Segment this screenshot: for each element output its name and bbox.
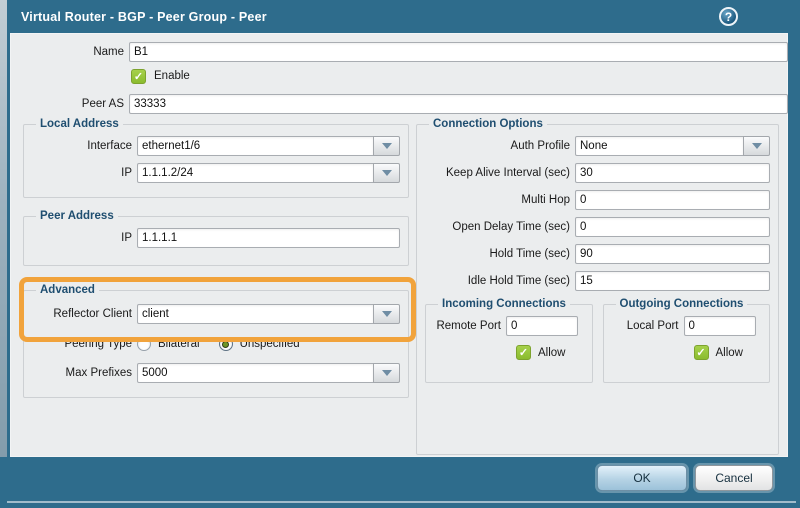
incoming-connections-section: Incoming Connections Remote Port ✓ Allow: [425, 298, 593, 383]
max-prefixes-input[interactable]: [137, 363, 374, 383]
window-bottom-edge: [7, 501, 796, 503]
peer-address-title: Peer Address: [36, 210, 118, 222]
enable-label: Enable: [154, 70, 190, 82]
reflector-client-dropdown-button[interactable]: [373, 304, 400, 324]
local-address-title: Local Address: [36, 118, 123, 130]
chevron-down-icon: [382, 311, 392, 317]
outgoing-allow-checkbox[interactable]: ✓: [694, 345, 709, 360]
peer-as-input[interactable]: [129, 94, 788, 114]
advanced-section: Advanced Reflector Client Peering Type B…: [23, 284, 409, 398]
local-port-label: Local Port: [612, 316, 684, 336]
connection-options-title: Connection Options: [429, 118, 547, 130]
max-prefixes-label: Max Prefixes: [32, 363, 137, 383]
peering-unspecified-label: Unspecified: [240, 338, 300, 350]
incoming-allow-label: Allow: [538, 347, 565, 359]
local-ip-label: IP: [32, 163, 137, 183]
open-delay-label: Open Delay Time (sec): [425, 217, 575, 237]
local-ip-dropdown-button[interactable]: [373, 163, 400, 183]
name-label: Name: [11, 42, 124, 62]
interface-label: Interface: [32, 136, 137, 156]
dialog-window: Virtual Router - BGP - Peer Group - Peer…: [0, 0, 800, 508]
multi-hop-input[interactable]: [575, 190, 770, 210]
peering-unspecified-radio[interactable]: [219, 337, 233, 351]
cancel-button[interactable]: Cancel: [695, 465, 773, 491]
name-input[interactable]: [129, 42, 788, 62]
local-port-input[interactable]: [684, 316, 756, 336]
ok-button[interactable]: OK: [597, 465, 687, 491]
auth-profile-label: Auth Profile: [425, 136, 575, 156]
chevron-down-icon: [382, 143, 392, 149]
chevron-down-icon: [752, 143, 762, 149]
chevron-down-icon: [382, 370, 392, 376]
multi-hop-label: Multi Hop: [425, 190, 575, 210]
max-prefixes-dropdown-button[interactable]: [373, 363, 400, 383]
window-edge: [0, 0, 7, 508]
incoming-connections-title: Incoming Connections: [438, 298, 570, 310]
connection-options-section: Connection Options Auth Profile Keep Ali…: [416, 118, 779, 455]
local-address-section: Local Address Interface IP: [23, 118, 409, 198]
open-delay-input[interactable]: [575, 217, 770, 237]
auth-profile-dropdown-button[interactable]: [743, 136, 770, 156]
peering-type-label: Peering Type: [32, 334, 137, 354]
reflector-client-input[interactable]: [137, 304, 374, 324]
idle-hold-input[interactable]: [575, 271, 770, 291]
enable-checkbox[interactable]: ✓: [131, 69, 146, 84]
outgoing-allow-label: Allow: [716, 347, 743, 359]
outgoing-connections-title: Outgoing Connections: [616, 298, 748, 310]
chevron-down-icon: [382, 170, 392, 176]
reflector-client-label: Reflector Client: [32, 304, 137, 324]
idle-hold-label: Idle Hold Time (sec): [425, 271, 575, 291]
peering-bilateral-label: Bilateral: [158, 338, 200, 350]
interface-input[interactable]: [137, 136, 374, 156]
remote-port-input[interactable]: [506, 316, 578, 336]
remote-port-label: Remote Port: [434, 316, 506, 336]
incoming-allow-checkbox[interactable]: ✓: [516, 345, 531, 360]
peer-as-label: Peer AS: [11, 94, 124, 114]
dialog-footer: OK Cancel: [0, 457, 800, 508]
peer-address-section: Peer Address IP: [23, 210, 409, 266]
hold-time-input[interactable]: [575, 244, 770, 264]
dialog-titlebar: Virtual Router - BGP - Peer Group - Peer: [7, 0, 800, 33]
auth-profile-input[interactable]: [575, 136, 744, 156]
peering-bilateral-radio[interactable]: [137, 337, 151, 351]
hold-time-label: Hold Time (sec): [425, 244, 575, 264]
peer-ip-label: IP: [32, 228, 137, 248]
keep-alive-label: Keep Alive Interval (sec): [425, 163, 575, 183]
keep-alive-input[interactable]: [575, 163, 770, 183]
local-ip-input[interactable]: [137, 163, 374, 183]
interface-dropdown-button[interactable]: [373, 136, 400, 156]
help-icon[interactable]: ?: [719, 7, 738, 26]
dialog-body: Name ✓ Enable Peer AS Local Address Inte…: [10, 33, 788, 457]
dialog-title: Virtual Router - BGP - Peer Group - Peer: [7, 10, 267, 24]
outgoing-connections-section: Outgoing Connections Local Port ✓ Allow: [603, 298, 771, 383]
peer-ip-input[interactable]: [137, 228, 400, 248]
advanced-title: Advanced: [36, 284, 99, 296]
